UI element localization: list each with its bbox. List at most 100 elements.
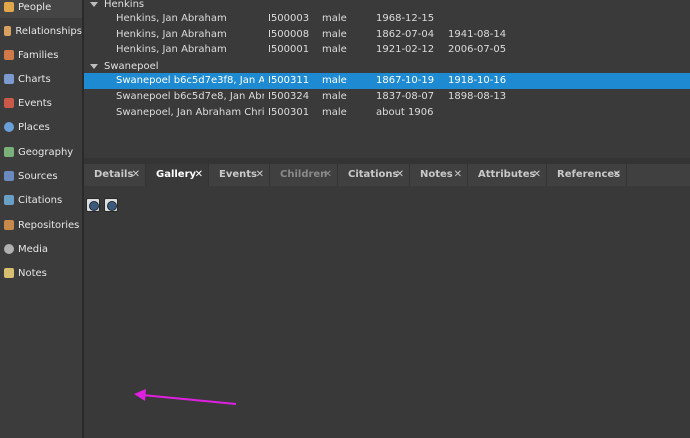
places-icon [4,122,14,132]
sidebar-item-label: Notes [18,267,47,279]
tab-label: Notes [420,169,453,180]
group-header[interactable]: Henkins [90,0,144,11]
people-icon [4,2,14,12]
geography-icon [4,147,14,157]
close-icon[interactable]: ✕ [533,164,541,186]
birth-date-cell: about 1906 [376,107,434,118]
tab-notes[interactable]: Notes ✕ [410,164,468,186]
sidebar-item-label: Citations [18,194,63,206]
tab-label: Gallery [156,169,197,180]
sidebar-item-label: Places [18,121,50,133]
birth-date-cell: 1921-02-12 [376,44,435,55]
families-icon [4,50,14,60]
events-icon [4,98,14,108]
tab-gallery[interactable]: Gallery ✕ [146,164,209,186]
tab-children[interactable]: Children ✕ [270,164,338,186]
group-label: Henkins [104,0,145,10]
table-row[interactable]: Swanepoel b6c5d7e8, Jan Abra... I500324 … [84,89,690,105]
expander-triangle-icon[interactable] [90,1,98,7]
main-area: Henkins Henkins, Jan Abraham I500003 mal… [84,0,690,438]
notes-icon [4,268,14,278]
tab-label: References [557,169,621,180]
close-icon[interactable]: ✕ [132,164,140,186]
birth-date-cell: 1837-08-07 [376,91,435,102]
table-row-selected[interactable]: Swanepoel b6c5d7e3f8, Jan Ab... I500311 … [84,73,690,89]
gender-cell: male [322,29,347,40]
close-icon[interactable]: ✕ [613,164,621,186]
group-label: Swanepoel [104,60,159,72]
death-date-cell [448,11,528,27]
bottombar-tabs: Details ✕ Gallery ✕ Events ✕ Children ✕ … [84,164,690,187]
citations-icon [4,195,14,205]
annotation-arrow [134,389,237,405]
tab-events[interactable]: Events ✕ [209,164,270,186]
close-icon[interactable]: ✕ [454,164,462,186]
table-row[interactable]: Henkins, Jan Abraham I500003 male 1968-1… [84,11,690,27]
death-date-cell: 1918-10-16 [448,75,507,86]
sidebar-item-notes[interactable]: Notes [0,262,82,284]
name-cell: Swanepoel, Jan Abraham Christ... [116,107,264,118]
expander-triangle-icon[interactable] [90,63,98,69]
birth-date-cell: 1862-07-04 [376,29,435,40]
sidebar-item-label: Events [18,97,52,109]
sidebar-item-charts[interactable]: Charts [0,68,82,90]
sidebar-item-sources[interactable]: Sources [0,165,82,187]
sidebar-item-citations[interactable]: Citations [0,189,82,211]
table-row[interactable]: Henkins, Jan Abraham I500008 male 1862-0… [84,27,690,43]
id-cell: I500324 [268,91,310,102]
close-icon[interactable]: ✕ [195,164,203,186]
gender-cell: male [322,91,347,102]
sidebar-item-places[interactable]: Places [0,116,82,138]
charts-icon [4,74,14,84]
tab-label: Events [219,169,257,180]
tab-references[interactable]: References ✕ [547,164,627,186]
death-date-cell: 2006-07-05 [448,44,507,55]
name-cell: Swanepoel b6c5d7e8, Jan Abra... [116,91,264,102]
navigator-sidebar: People Relationships Families Charts Eve… [0,0,84,438]
sidebar-item-label: Relationships [15,25,82,37]
death-date-cell: 1941-08-14 [448,29,507,40]
table-row[interactable]: Henkins, Jan Abraham I500001 male 1921-0… [84,42,690,58]
media-thumbnail-icon[interactable] [104,198,118,212]
sidebar-item-repositories[interactable]: Repositories [0,214,82,236]
death-date-cell [448,105,528,121]
person-tree-view: Henkins Henkins, Jan Abraham I500003 mal… [84,0,690,158]
id-cell: I500003 [268,13,310,24]
tab-label: Citations [348,169,399,180]
name-cell: Henkins, Jan Abraham [116,44,227,55]
id-cell: I500311 [268,75,310,86]
media-icon [4,244,14,254]
close-icon[interactable]: ✕ [256,164,264,186]
tab-label: Attributes [478,169,536,180]
tab-citations[interactable]: Citations ✕ [338,164,410,186]
name-cell: Henkins, Jan Abraham [116,13,227,24]
sources-icon [4,171,14,181]
gender-cell: male [322,44,347,55]
sidebar-item-label: Geography [18,146,74,158]
sidebar-item-media[interactable]: Media [0,238,82,260]
sidebar-item-events[interactable]: Events [0,92,82,114]
sidebar-item-label: Families [18,49,59,61]
tab-details[interactable]: Details ✕ [84,164,146,186]
table-row[interactable]: Swanepoel, Jan Abraham Christ... I500301… [84,105,690,121]
close-icon[interactable]: ✕ [396,164,404,186]
tab-label: Details [94,169,134,180]
sidebar-item-label: People [18,1,52,13]
name-cell: Swanepoel b6c5d7e3f8, Jan Ab... [116,75,264,86]
sidebar-item-label: Sources [18,170,58,182]
id-cell: I500301 [268,107,310,118]
relationships-icon [4,26,12,36]
close-icon[interactable]: ✕ [324,164,332,186]
sidebar-item-families[interactable]: Families [0,44,82,66]
sidebar-item-people[interactable]: People [0,0,82,18]
death-date-cell: 1898-08-13 [448,91,507,102]
sidebar-item-geography[interactable]: Geography [0,141,82,163]
group-header[interactable]: Swanepoel [90,59,159,73]
sidebar-item-label: Charts [18,73,51,85]
tab-attributes[interactable]: Attributes ✕ [468,164,547,186]
birth-date-cell: 1867-10-19 [376,75,435,86]
sidebar-item-label: Repositories [18,219,80,231]
sidebar-item-relationships[interactable]: Relationships [0,20,82,42]
id-cell: I500008 [268,29,310,40]
media-thumbnail-icon[interactable] [86,198,100,212]
